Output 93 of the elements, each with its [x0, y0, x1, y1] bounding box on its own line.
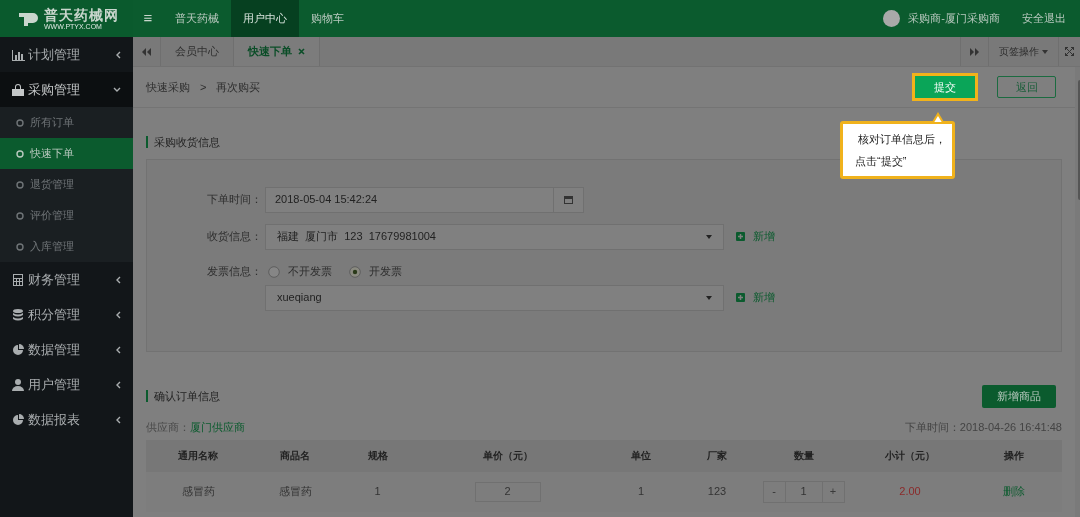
- sidebar-subitem[interactable]: 退货管理: [0, 169, 133, 200]
- select-field[interactable]: xueqiang: [265, 284, 724, 311]
- sidebar-subitem[interactable]: 快速下单: [0, 138, 133, 169]
- field-label: 收货信息：: [206, 229, 263, 245]
- close-icon: [298, 48, 305, 55]
- chevron-left-icon: [115, 310, 121, 319]
- table-cell-text: 1: [636, 484, 646, 500]
- supplier-link[interactable]: 厦门供应商: [190, 418, 245, 436]
- nav-tab[interactable]: 普天药械: [163, 0, 231, 37]
- nav-tab[interactable]: 用户中心: [231, 0, 299, 37]
- section-title: 确认订单信息: [154, 388, 220, 404]
- caret-down-icon: [706, 234, 712, 239]
- circle-icon: [16, 242, 24, 251]
- column-header: 单位: [630, 449, 652, 463]
- select-field[interactable]: 福建 厦门市 123 17679981004: [265, 223, 724, 250]
- radio-icon: [268, 265, 280, 278]
- sidebar-item[interactable]: 积分管理: [0, 297, 133, 332]
- plus-square-icon: [736, 232, 745, 241]
- tab-actions-dropdown[interactable]: 页签操作: [988, 37, 1058, 66]
- user-icon: [12, 378, 25, 391]
- column-header: 数量: [792, 449, 815, 463]
- field-label: 发票信息：: [206, 264, 263, 280]
- calendar-button[interactable]: [554, 186, 584, 213]
- radio-option[interactable]: 开发票: [349, 263, 402, 280]
- pie-chart-icon: [12, 343, 25, 356]
- radio-option[interactable]: 不开发票: [268, 263, 332, 280]
- breadcrumb-link[interactable]: 快速采购: [146, 78, 190, 96]
- field-label: 下单时间：: [206, 192, 263, 208]
- column-header: 通用名称: [177, 449, 219, 463]
- double-chevron-left-icon: [142, 47, 151, 56]
- menu-icon[interactable]: ≡: [133, 7, 163, 30]
- date-input[interactable]: 2018-05-04 15:42:24: [265, 186, 554, 213]
- user-name: 采购商-厦门采购商: [908, 11, 1000, 27]
- sidebar-item[interactable]: 计划管理: [0, 37, 133, 72]
- table-cell-text: 1: [373, 484, 382, 500]
- sidebar-subitem[interactable]: 入库管理: [0, 231, 133, 262]
- nav-tab[interactable]: 购物车: [299, 0, 356, 37]
- tooltip-text: 核对订单信息后， 点击“提交”: [855, 132, 947, 169]
- add-product-button[interactable]: 新增商品: [982, 384, 1056, 408]
- chevron-left-icon: [115, 50, 121, 59]
- sidebar-subitem[interactable]: 所有订单: [0, 107, 133, 138]
- submit-button[interactable]: 提交: [915, 76, 975, 98]
- breadcrumb-separator: >: [200, 79, 207, 95]
- add-link[interactable]: 新增: [736, 228, 775, 245]
- section-title: 采购收货信息: [154, 135, 220, 150]
- calendar-icon: [564, 195, 573, 204]
- subtotal-cell-text: 2.00: [898, 484, 922, 500]
- sidebar-subitem[interactable]: 评价管理: [0, 200, 133, 231]
- table-cell-text: 感冒药: [277, 484, 313, 500]
- title-accent-bar: [146, 136, 148, 149]
- chevron-left-icon: [115, 275, 121, 284]
- caret-down-icon: [1042, 49, 1048, 54]
- breadcrumb-current: 再次购买: [216, 79, 261, 95]
- column-header: 操作: [1002, 449, 1025, 463]
- sidebar-item[interactable]: 财务管理: [0, 262, 133, 297]
- sidebar-item[interactable]: 采购管理: [0, 72, 133, 107]
- circle-icon: [16, 149, 24, 158]
- add-link[interactable]: 新增: [736, 289, 775, 306]
- column-header: 厂家: [706, 449, 728, 463]
- sidebar-item[interactable]: 用户管理: [0, 367, 133, 402]
- bar-chart-icon: [12, 48, 25, 61]
- pie-chart-icon: [12, 413, 25, 426]
- chevron-left-icon: [115, 380, 121, 389]
- logo-text: 普天药械网: [44, 7, 119, 22]
- plus-square-icon: [736, 293, 745, 302]
- column-header: 单价（元）: [481, 449, 534, 463]
- column-header: 商品名: [279, 449, 311, 463]
- sidebar-item[interactable]: 数据管理: [0, 332, 133, 367]
- circle-icon: [16, 180, 24, 189]
- table-cell-text: 感冒药: [180, 484, 216, 500]
- bag-icon: [12, 83, 25, 96]
- circle-icon: [16, 211, 24, 220]
- circle-icon: [16, 118, 24, 127]
- column-header: 规格: [366, 449, 389, 463]
- delete-link[interactable]: 删除: [965, 483, 1062, 500]
- database-icon: [12, 308, 25, 321]
- caret-down-icon: [706, 295, 712, 300]
- calculator-icon: [12, 273, 25, 286]
- back-button[interactable]: 返回: [997, 76, 1056, 98]
- radio-icon: [349, 265, 361, 278]
- sidebar-item[interactable]: 数据报表: [0, 402, 133, 437]
- chevron-left-icon: [115, 415, 121, 424]
- title-accent-bar: [146, 390, 148, 402]
- table-cell-text: 123: [706, 484, 728, 500]
- double-chevron-right-icon: [970, 47, 979, 56]
- logout-link[interactable]: 安全退出: [1022, 10, 1066, 27]
- avatar: [883, 10, 901, 27]
- expand-icon: [1065, 47, 1074, 56]
- chevron-down-icon: [113, 86, 121, 93]
- logo-icon: [18, 10, 40, 27]
- price-input[interactable]: 2: [474, 481, 541, 502]
- column-header: 小计（元）: [884, 449, 936, 463]
- chevron-left-icon: [115, 345, 121, 354]
